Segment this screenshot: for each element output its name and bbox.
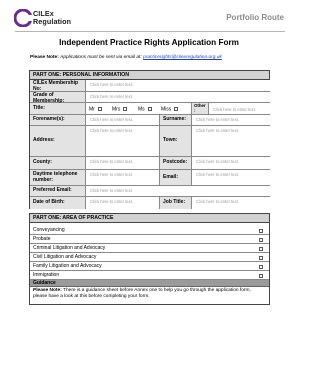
ms-checkbox[interactable]: [147, 106, 152, 111]
dob-field[interactable]: Click here to enter text.: [86, 197, 160, 209]
practice-item-label: Immigration: [33, 272, 60, 278]
guidance-note-text: There is a guidance sheet before Annex o…: [33, 288, 251, 299]
email-field[interactable]: Click here to enter text.: [192, 170, 270, 186]
personal-info-section: PART ONE: PERSONAL INFORMATION CILEx Mem…: [29, 70, 270, 209]
guidance-text: Please Note: There is a guidance sheet b…: [30, 287, 269, 301]
practice-item[interactable]: Civil Litigation and Advocacy: [30, 253, 269, 262]
title-option-mr[interactable]: Mr: [89, 106, 102, 112]
mr-checkbox[interactable]: [97, 106, 102, 111]
personal-info-header: PART ONE: PERSONAL INFORMATION: [30, 71, 269, 80]
membership-label: CILEx Membership No:: [30, 80, 86, 92]
membership-field[interactable]: Click here to enter text.: [86, 80, 270, 92]
cilex-logo-icon: [14, 9, 32, 27]
title-option-miss[interactable]: Miss: [161, 106, 179, 112]
job-title-label: Job Title:: [160, 197, 192, 209]
practice-item[interactable]: Immigration: [30, 271, 269, 280]
guidance-note-label: Please Note:: [33, 288, 62, 293]
mrs-checkbox[interactable]: [123, 106, 128, 111]
forenames-field[interactable]: Click here to enter text.: [86, 115, 160, 126]
phone-field[interactable]: Click here to enter text.: [86, 170, 160, 186]
forenames-label: Forename(s):: [30, 115, 86, 126]
postcode-field[interactable]: Click here to enter text.: [192, 157, 270, 170]
dob-label: Date of Birth:: [30, 197, 86, 209]
practice-checkbox[interactable]: [259, 237, 263, 242]
town-field[interactable]: Click here to enter text.: [192, 126, 270, 157]
address-label: Address:: [30, 126, 86, 157]
guidance-header: Guidance: [30, 280, 269, 287]
miss-checkbox[interactable]: [174, 106, 179, 111]
practice-item[interactable]: Family Litigation and Advocacy: [30, 262, 269, 271]
postcode-label: Postcode:: [160, 157, 192, 170]
title-option-mrs[interactable]: Mrs: [112, 106, 128, 112]
email-label: Email:: [160, 170, 192, 186]
practice-item-label: Civil Litigation and Advocacy: [33, 254, 97, 260]
email-link[interactable]: practicerights@cilexregulation.org.uk: [143, 55, 222, 60]
practice-checkbox[interactable]: [259, 273, 263, 278]
note-text: Applications must be sent via email at:: [60, 55, 142, 60]
surname-label: Surname:: [160, 115, 192, 126]
address-field[interactable]: Click here to enter text.: [86, 126, 160, 157]
practice-item[interactable]: Criminal Litigation and Advocacy: [30, 244, 269, 253]
practice-checkbox[interactable]: [259, 228, 263, 233]
practice-item-label: Criminal Litigation and Advocacy: [33, 245, 106, 251]
practice-item-label: Conveyancing: [33, 227, 65, 233]
other-label: Other :: [192, 103, 209, 115]
preferred-email-field[interactable]: Click here to enter text.: [86, 186, 270, 197]
county-field[interactable]: Click here to enter text.: [86, 157, 160, 170]
practice-checkbox[interactable]: [259, 255, 263, 260]
preferred-email-label: Preferred Email:: [30, 186, 86, 197]
area-of-practice-header: PART ONE: AREA OF PRACTICE: [30, 214, 269, 223]
area-of-practice-section: PART ONE: AREA OF PRACTICE Conveyancing …: [29, 213, 270, 305]
form-page: CILEx Regulation Portfolio Route Indepen…: [0, 0, 298, 386]
title-option-ms[interactable]: Ms: [138, 106, 152, 112]
practice-item-label: Probate: [33, 236, 51, 242]
practice-checkbox[interactable]: [259, 264, 263, 269]
route-title: Portfolio Route: [226, 13, 284, 22]
practice-item-label: Family Litigation and Advocacy: [33, 263, 102, 269]
submission-note: Please Note: Applications must be sent v…: [30, 55, 280, 61]
grade-field[interactable]: Click here to enter text.: [86, 92, 270, 103]
form-title: Independent Practice Rights Application …: [59, 38, 239, 47]
brand-line-2: Regulation: [33, 17, 72, 27]
practice-item[interactable]: Probate: [30, 235, 269, 244]
practice-checkbox[interactable]: [259, 246, 263, 251]
county-label: County:: [30, 157, 86, 170]
cilex-logo: CILEx Regulation: [14, 9, 84, 31]
title-label: Title:: [30, 103, 86, 115]
note-label: Please Note:: [30, 55, 59, 60]
town-label: Town:: [160, 126, 192, 157]
job-title-field[interactable]: Click here to enter text.: [192, 197, 270, 209]
title-options: Mr Mrs Ms Miss: [86, 103, 192, 115]
header-divider: [15, 31, 285, 32]
brand-name: CILEx Regulation: [33, 9, 72, 27]
grade-label: Grade of Membership:: [30, 92, 86, 103]
other-title-field[interactable]: Click here to enter text.: [209, 103, 270, 115]
phone-label: Daytime telephone number:: [30, 170, 86, 186]
practice-item[interactable]: Conveyancing: [30, 226, 269, 235]
surname-field[interactable]: Click here to enter text.: [192, 115, 270, 126]
